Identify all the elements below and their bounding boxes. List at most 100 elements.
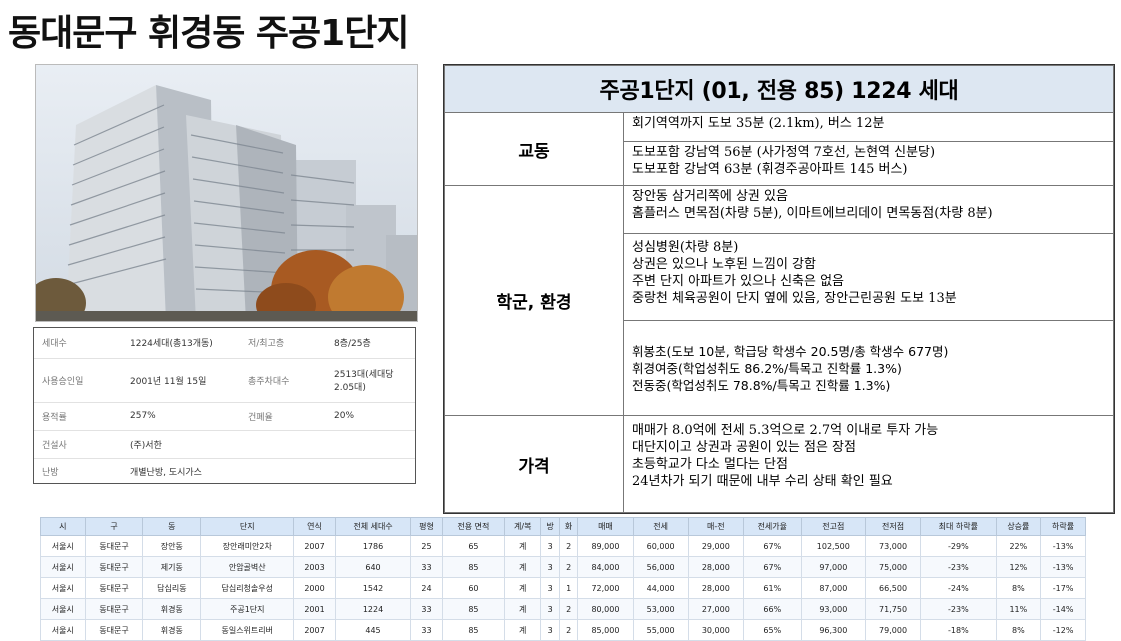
table-cell: 2003	[293, 556, 336, 578]
table-cell: 84,000	[577, 556, 634, 578]
table-cell: 73,000	[864, 535, 922, 557]
column-header: 하락률	[1040, 517, 1086, 536]
table-cell: 휘경동	[142, 619, 202, 641]
table-cell: 67%	[742, 556, 802, 578]
table-cell: 서울시	[40, 577, 86, 599]
table-cell: -23%	[920, 598, 997, 620]
table-cell: 79,000	[864, 619, 922, 641]
table-cell: 24	[410, 577, 443, 599]
category-transport: 교동	[444, 112, 624, 187]
table-cell: 71,750	[864, 598, 922, 620]
text-line: 장안동 삼거리쪽에 상권 있음	[632, 189, 788, 205]
spec-row: 세대수 1224세대(총13개동) 저/최고층 8층/25층	[34, 328, 415, 359]
table-cell: 89,000	[577, 535, 634, 557]
spec-value: 257%	[122, 402, 240, 431]
table-cell: 3	[540, 598, 560, 620]
text-line: 성심병원(차량 8분)	[632, 240, 739, 256]
spec-value: 2001년 11월 15일	[122, 358, 240, 403]
table-cell: -12%	[1040, 619, 1086, 641]
text-line: 휘경여중(학업성취도 86.2%/특목고 진학률 1.3%)	[632, 360, 902, 376]
table-cell: -13%	[1040, 535, 1086, 557]
transport-cell: 회기역역까지 도보 35분 (2.1km), 버스 12분	[623, 112, 1114, 142]
table-cell: 계	[504, 619, 542, 641]
column-header: 평형	[410, 517, 443, 536]
info-table: 주공1단지 (01, 전용 85) 1224 세대 교동 회기역역까지 도보 3…	[444, 64, 1114, 513]
table-cell: 주공1단지	[200, 598, 295, 620]
transport-cell: 도보포함 강남역 56분 (사가정역 7호선, 논현역 신분당) 도보포함 강남…	[623, 140, 1114, 187]
table-cell: 640	[334, 556, 412, 578]
info-header: 주공1단지 (01, 전용 85) 1224 세대	[444, 64, 1114, 114]
table-cell: 동대문구	[84, 556, 144, 578]
table-cell: 제기동	[142, 556, 202, 578]
school-env-cell: 장안동 삼거리쪽에 상권 있음 홈플러스 면목점(차량 5분), 이마트에브리데…	[623, 185, 1114, 235]
table-cell: 30,000	[687, 619, 744, 641]
table-cell: 동대문구	[84, 577, 144, 599]
spec-value: 20%	[326, 402, 415, 431]
column-header: 구	[84, 517, 144, 536]
spec-table: 세대수 1224세대(총13개동) 저/최고층 8층/25층 사용승인일 200…	[34, 328, 415, 485]
apartment-building-image	[36, 65, 417, 321]
spec-label: 용적률	[34, 402, 122, 431]
text-line: 도보포함 강남역 56분 (사가정역 7호선, 논현역 신분당)	[632, 144, 936, 160]
table-cell: 8%	[995, 619, 1042, 641]
table-cell: -23%	[920, 556, 997, 578]
table-cell: 60,000	[632, 535, 689, 557]
table-cell: 11%	[995, 598, 1042, 620]
column-header: 전저점	[864, 517, 922, 536]
school-env-cell: 성심병원(차량 8분) 상권은 있으나 노후된 느낌이 강함 주변 단지 아파트…	[623, 233, 1114, 322]
spec-label: 난방	[42, 468, 59, 479]
table-cell: 서울시	[40, 598, 86, 620]
table-cell: 44,000	[632, 577, 689, 599]
table-cell: 장안동	[142, 535, 202, 557]
table-row: 서울시 동대문구 제기동 안암골벽산 2003 640 33 85 계 3 2 84,000 56,00…	[40, 556, 1086, 578]
column-header: 방	[540, 517, 560, 536]
table-cell: 96,300	[800, 619, 866, 641]
column-header: 전세가율	[742, 517, 802, 536]
table-cell: 계	[504, 535, 542, 557]
text-line: 홈플러스 면목점(차량 5분), 이마트에브리데이 면목동점(차량 8분)	[632, 206, 993, 222]
spec-value: 1224세대(총13개동)	[122, 328, 240, 359]
column-header: 단지	[200, 517, 295, 536]
table-cell: 서울시	[40, 535, 86, 557]
table-cell: 1	[558, 577, 579, 599]
table-cell: 동대문구	[84, 598, 144, 620]
page-title: 동대문구 휘경동 주공1단지	[8, 13, 409, 54]
column-header: 매매	[577, 517, 634, 536]
column-header: 계/복	[504, 517, 542, 536]
text-line: 초등학교가 다소 멀다는 단점	[632, 457, 788, 473]
spec-value: (주)서한	[122, 430, 240, 459]
table-cell: 33	[410, 619, 443, 641]
school-env-cell: 휘봉초(도보 10분, 학급당 학생수 20.5명/총 학생수 677명) 휘경…	[623, 320, 1114, 417]
table-cell: 3	[540, 556, 560, 578]
table-row: 서울시 동대문구 휘경동 주공1단지 2001 1224 33 85 계 3 2 80,000 53,0…	[40, 598, 1086, 620]
table-row: 서울시 동대문구 휘경동 동일스위트리버 2007 445 33 85 계 3 2 85,000 55,…	[40, 619, 1086, 641]
spec-label: 저/최고층	[240, 328, 326, 359]
table-cell: 85	[441, 556, 506, 578]
table-cell: 33	[410, 598, 443, 620]
column-header: 시	[40, 517, 86, 536]
spec-label: 세대수	[34, 328, 122, 359]
table-cell: 답십리청솔우성	[200, 577, 295, 599]
table-cell: 93,000	[800, 598, 866, 620]
text-line: 회기역역까지 도보 35분 (2.1km), 버스 12분	[632, 116, 885, 132]
table-row: 서울시 동대문구 답십리동 답십리청솔우성 2000 1542 24 60 계 3 1 72,000 4…	[40, 577, 1086, 599]
table-cell: -14%	[1040, 598, 1086, 620]
column-header: 최대 하락률	[920, 517, 997, 536]
spec-card: 세대수 1224세대(총13개동) 저/최고층 8층/25층 사용승인일 200…	[33, 327, 416, 484]
spec-label	[240, 430, 326, 459]
table-cell: 2	[558, 598, 579, 620]
text-line: 전동중(학업성취도 78.8%/특목고 진학률 1.3%)	[632, 377, 891, 393]
table-cell: 22%	[995, 535, 1042, 557]
spec-label: 총주차대수	[240, 358, 326, 403]
table-cell: 휘경동	[142, 598, 202, 620]
table-cell: 85	[441, 598, 506, 620]
table-row: 서울시 동대문구 장안동 장안래미안2차 2007 1786 25 65 계 3 2 89,000 60…	[40, 535, 1086, 557]
column-header: 화	[558, 517, 579, 536]
category-price: 가격	[444, 415, 624, 513]
comparison-header-row: 시 구 동 단지 연식 전체 세대수 평형 전용 면적 계/복 방 화 매매 전…	[40, 517, 1086, 536]
text-line: 매매가 8.0억에 전세 5.3억으로 2.7억 이내로 투자 가능	[632, 423, 939, 439]
table-cell: 서울시	[40, 556, 86, 578]
spec-row: 사용승인일 2001년 11월 15일 총주차대수 2513대(세대당 2.05…	[34, 358, 415, 403]
spec-value	[326, 430, 415, 459]
table-cell: 29,000	[687, 535, 744, 557]
